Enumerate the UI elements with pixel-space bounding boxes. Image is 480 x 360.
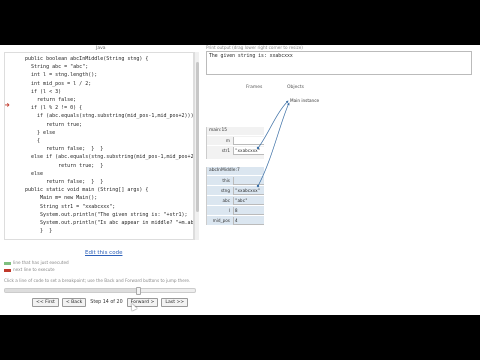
code-line[interactable]: System.out.println("Is abc appear in mid… (5, 219, 193, 227)
code-line[interactable]: if (l % 2 != 0) { (5, 104, 193, 112)
step-slider-fill (5, 289, 138, 292)
step-counter: Step 14 of 20 (90, 299, 123, 305)
object-main-instance: Main instance (290, 98, 320, 103)
var-value: 4 (233, 217, 264, 225)
code-line[interactable]: { (5, 137, 193, 145)
output-label: Print output (drag lower right corner to… (206, 45, 303, 50)
code-line[interactable]: String abc = "abc"; (5, 63, 193, 71)
var-row-abc: abc "abc" (207, 195, 264, 205)
code-line[interactable]: public boolean abcInMiddle(String stng) … (5, 55, 193, 63)
code-line[interactable]: System.out.println("The given string is:… (5, 211, 193, 219)
first-button[interactable]: << First (32, 297, 59, 307)
code-line[interactable]: } } (5, 227, 193, 235)
var-value: "abc" (233, 197, 264, 205)
code-line[interactable]: public static void main (String[] args) … (5, 186, 193, 194)
var-value: 8 (233, 207, 264, 215)
var-row-mid-pos: mid_pos 4 (207, 215, 264, 225)
executed-arrow-icon (4, 261, 11, 265)
var-row-this: this (207, 175, 264, 185)
next-arrow-icon (4, 268, 11, 272)
step-slider[interactable] (4, 287, 196, 295)
code-line[interactable]: } else (5, 129, 193, 137)
frame-title: abcInMiddle:7 (209, 168, 240, 173)
last-button[interactable]: Last >> (161, 297, 189, 307)
code-line[interactable]: String str1 = "xxabcxxx"; (5, 203, 193, 211)
var-row-m: m (207, 135, 264, 145)
breakpoint-instructions: Click a line of code to set a breakpoint… (4, 278, 191, 283)
code-line[interactable]: else if (abc.equals(stng.substring(mid_p… (5, 153, 193, 161)
frame-abcInMiddle: abcInMiddle:7 this stng "xxabcxxx" abc "… (206, 167, 264, 225)
legend-executed: line that has just executed (4, 260, 69, 265)
code-scrollbar[interactable] (194, 52, 199, 240)
var-row-stng: stng "xxabcxxx" (207, 185, 264, 195)
back-button[interactable]: < Back (61, 297, 87, 307)
step-slider-handle[interactable] (135, 287, 141, 295)
code-line[interactable]: if (l < 3) (5, 88, 193, 96)
code-line[interactable]: Main m= new Main(); (5, 194, 193, 202)
var-value (233, 137, 264, 145)
var-value: "xxabcxxx" (233, 147, 264, 155)
var-value (233, 177, 264, 185)
edit-code-link[interactable]: Edit this code (85, 250, 122, 256)
code-line[interactable]: if (abc.equals(stng.substring(mid_pos-1,… (5, 112, 193, 120)
code-panel[interactable]: public boolean abcInMiddle(String stng) … (4, 52, 194, 240)
print-output-box[interactable]: The given string is: xxabcxxx (206, 51, 472, 75)
var-row-l: l 8 (207, 205, 264, 215)
code-line[interactable]: return true; (5, 121, 193, 129)
code-line[interactable]: int l = stng.length(); (5, 71, 193, 79)
objects-header: Objects (287, 85, 305, 90)
code-line[interactable]: return true; } (5, 162, 193, 170)
next-line-arrow-icon: ➜ (4, 101, 10, 109)
frame-main: main:15 m str1 "xxabcxxx" (206, 127, 264, 159)
code-line[interactable]: return false; } } (5, 145, 193, 153)
language-label: Java (96, 46, 106, 51)
frames-header: Frames (246, 85, 263, 90)
code-line[interactable]: else (5, 170, 193, 178)
code-line[interactable]: return false; } } (5, 178, 193, 186)
var-row-str1: str1 "xxabcxxx" (207, 145, 264, 155)
code-line[interactable]: return false; (5, 96, 193, 104)
legend-next: next line to execute (4, 267, 55, 272)
code-line[interactable]: int mid_pos = l / 2; (5, 80, 193, 88)
frame-title: main:15 (209, 128, 228, 133)
navigation-bar: << First < Back Step 14 of 20 Forward > … (32, 297, 189, 307)
code-scrollbar-thumb[interactable] (196, 62, 199, 212)
var-value: "xxabcxxx" (233, 187, 264, 195)
python-tutor-visualizer: Java public boolean abcInMiddle(String s… (0, 45, 480, 315)
